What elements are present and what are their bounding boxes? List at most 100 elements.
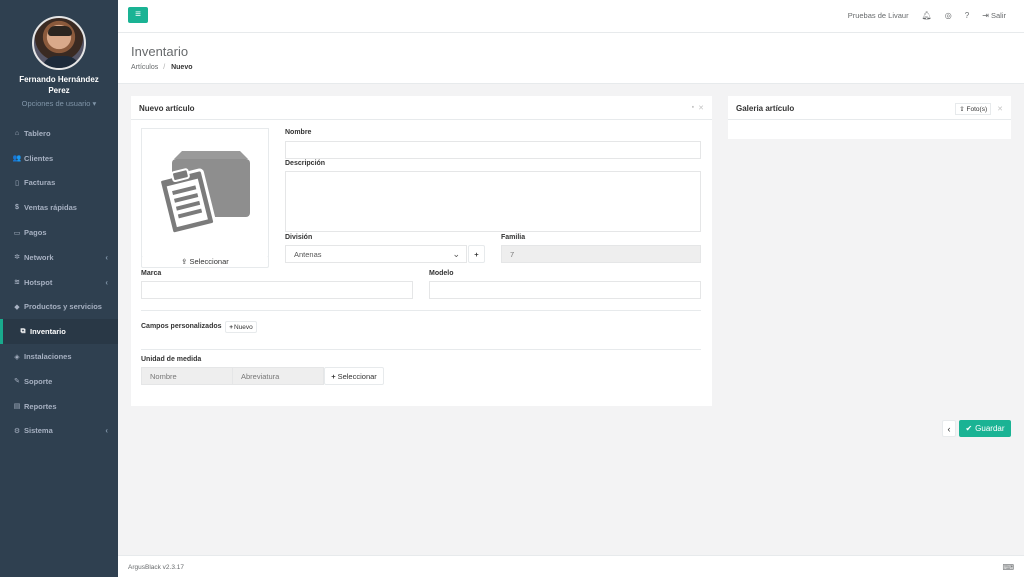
dashboard-icon: ⌂ (14, 129, 20, 137)
app-version: ArgusBlack v2.3.17 (128, 564, 185, 571)
bell-icon[interactable]: 🔔︎ (922, 11, 932, 20)
unit-abbr-input: Abreviatura (232, 367, 324, 385)
account-name[interactable]: Pruebas de Livaur (848, 11, 909, 20)
file-icon: ▯ (15, 179, 19, 187)
help-icon[interactable]: ? (965, 11, 969, 20)
new-custom-field-button[interactable]: + Nuevo (225, 321, 257, 333)
chevron-left-icon: ‹ (105, 252, 108, 262)
sidebar-nav: ⌂ Tablero 👥 Clientes ▯ Facturas $ Ventas rápida… (0, 121, 118, 443)
save-button[interactable]: ✔ Guardar (959, 420, 1011, 437)
sidebar-item-hotspot[interactable]: ≋ Hotspot ‹ (0, 270, 118, 295)
sidebar-item-ventas-rápidas[interactable]: $ Ventas rápidas (0, 195, 118, 220)
hamburger-icon: ≡ (135, 9, 141, 20)
gallery-title: Galeria artículo ⇪ Foto(s) ✕ (728, 96, 1011, 120)
globe-icon[interactable]: ◎ (945, 11, 952, 20)
tools-icon: ✎ (14, 378, 20, 386)
brand-input[interactable] (141, 281, 413, 299)
gallery-panel: Galeria artículo ⇪ Foto(s) ✕ (728, 96, 1011, 139)
sidebar-item-label: Facturas (24, 178, 56, 188)
name-label: Nombre (285, 129, 312, 136)
division-label: División (285, 234, 313, 241)
model-label: Modelo (429, 270, 454, 277)
sidebar-item-reportes[interactable]: ▤ Reportes (0, 394, 118, 419)
new-custom-field-label: Nuevo (234, 323, 253, 331)
sidebar-item-label: Reportes (24, 401, 57, 411)
family-input: 7 (501, 245, 701, 263)
panel-tools: ▪ ✕ (692, 104, 704, 112)
sidebar-item-label: Clientes (24, 153, 54, 163)
sidebar-item-label: Inventario (30, 327, 66, 337)
sidebar-item-label: Ventas rápidas (24, 203, 77, 213)
money-icon: ▭ (13, 229, 21, 237)
add-division-button[interactable]: + (468, 245, 485, 263)
user-profile: Fernando Hernández Perez Opciones de usu… (0, 0, 118, 118)
sidebar-item-pagos[interactable]: ▭ Pagos (0, 220, 118, 245)
upload-icon: ⇪ (959, 106, 965, 113)
cogs-icon: ⚙ (13, 427, 21, 435)
footer: ArgusBlack v2.3.17 ⌨ (118, 555, 1024, 577)
menu-toggle-button[interactable]: ≡ (128, 7, 148, 23)
back-button[interactable]: ‹ (942, 420, 956, 437)
sidebar-item-label: Productos y servicios (24, 302, 102, 312)
avatar[interactable] (32, 16, 86, 70)
top-navbar: ≡ Pruebas de Livaur 🔔︎ ◎ ? ⇥ Salir (118, 0, 1024, 33)
sidebar-item-label: Instalaciones (24, 352, 72, 362)
sidebar-item-facturas[interactable]: ▯ Facturas (0, 171, 118, 196)
model-input[interactable] (429, 281, 701, 299)
division-select[interactable]: Antenas ⌄ (285, 245, 467, 263)
sidebar-item-instalaciones[interactable]: ◈ Instalaciones (0, 344, 118, 369)
close-icon[interactable]: ✕ (698, 104, 704, 112)
family-label: Familia (501, 234, 526, 241)
description-textarea[interactable] (285, 171, 701, 232)
sidebar-item-label: Pagos (24, 228, 47, 238)
save-draft-icon[interactable]: ▪ (692, 104, 694, 112)
sidebar: Fernando Hernández Perez Opciones de usu… (0, 0, 118, 577)
wifi-icon: ≋ (14, 279, 20, 287)
sidebar-item-label: Tablero (24, 128, 51, 138)
breadcrumb-parent[interactable]: Artículos (131, 64, 158, 71)
sidebar-item-tablero[interactable]: ⌂ Tablero (0, 121, 118, 146)
plus-icon: + (474, 249, 479, 259)
new-article-title: Nuevo artículo ▪ ✕ (131, 96, 712, 120)
brand-label: Marca (141, 270, 162, 277)
unit-name-placeholder: Nombre (150, 371, 177, 381)
new-article-panel: Nuevo artículo ▪ ✕ ⇪ Seleccionar Nombre D… (131, 96, 712, 406)
breadcrumb: Artículos / Nuevo (131, 64, 1024, 71)
sidebar-item-network[interactable]: ✲ Network ‹ (0, 245, 118, 270)
check-icon: ✔ (965, 424, 973, 433)
close-icon[interactable]: ✕ (997, 105, 1003, 113)
top-right-controls: Pruebas de Livaur 🔔︎ ◎ ? ⇥ Salir (848, 11, 1006, 20)
plus-icon: + (331, 371, 336, 381)
wrench-icon: ◈ (14, 353, 20, 361)
user-name: Fernando Hernández Perez (19, 75, 99, 95)
sidebar-item-productos-y-servicios[interactable]: ◆ Productos y servicios (0, 295, 118, 320)
keyboard-icon[interactable]: ⌨ (1002, 563, 1014, 572)
gallery-tools: ⇪ Foto(s) ✕ (955, 103, 1003, 115)
gallery-title-text: Galeria artículo (736, 104, 795, 113)
network-icon: ✲ (14, 254, 20, 262)
sign-out-icon: ⇥ (982, 11, 989, 20)
sidebar-item-label: Soporte (24, 376, 53, 386)
logout-label: Salir (990, 11, 1006, 20)
save-label: Guardar (975, 424, 1005, 433)
page-title: Inventario (131, 44, 189, 59)
sidebar-item-soporte[interactable]: ✎ Soporte (0, 369, 118, 394)
select-unit-button[interactable]: + Seleccionar (324, 367, 384, 385)
sidebar-item-clientes[interactable]: 👥 Clientes (0, 146, 118, 171)
custom-fields-label: Campos personalizados (141, 323, 222, 330)
sidebar-item-sistema[interactable]: ⚙ Sistema ‹ (0, 419, 118, 444)
chevron-down-icon: ⌄ (452, 248, 460, 259)
name-input[interactable] (285, 141, 701, 159)
add-photos-button[interactable]: ⇪ Foto(s) (955, 103, 992, 115)
cubes-icon: ⧉ (20, 327, 26, 335)
upload-icon: ⇪ (181, 257, 188, 266)
sidebar-item-inventario[interactable]: ⧉ Inventario (0, 319, 118, 345)
unit-label: Unidad de medida (141, 356, 202, 363)
user-options-dropdown[interactable]: Opciones de usuario ▾ (0, 99, 118, 108)
logout-link[interactable]: ⇥ Salir (982, 11, 1006, 20)
select-image-button[interactable]: ⇪ Seleccionar (141, 256, 269, 268)
divider (141, 349, 701, 350)
breadcrumb-current: Nuevo (171, 64, 193, 71)
chevron-left-icon: ‹ (105, 277, 108, 287)
article-image-preview[interactable] (141, 128, 269, 257)
